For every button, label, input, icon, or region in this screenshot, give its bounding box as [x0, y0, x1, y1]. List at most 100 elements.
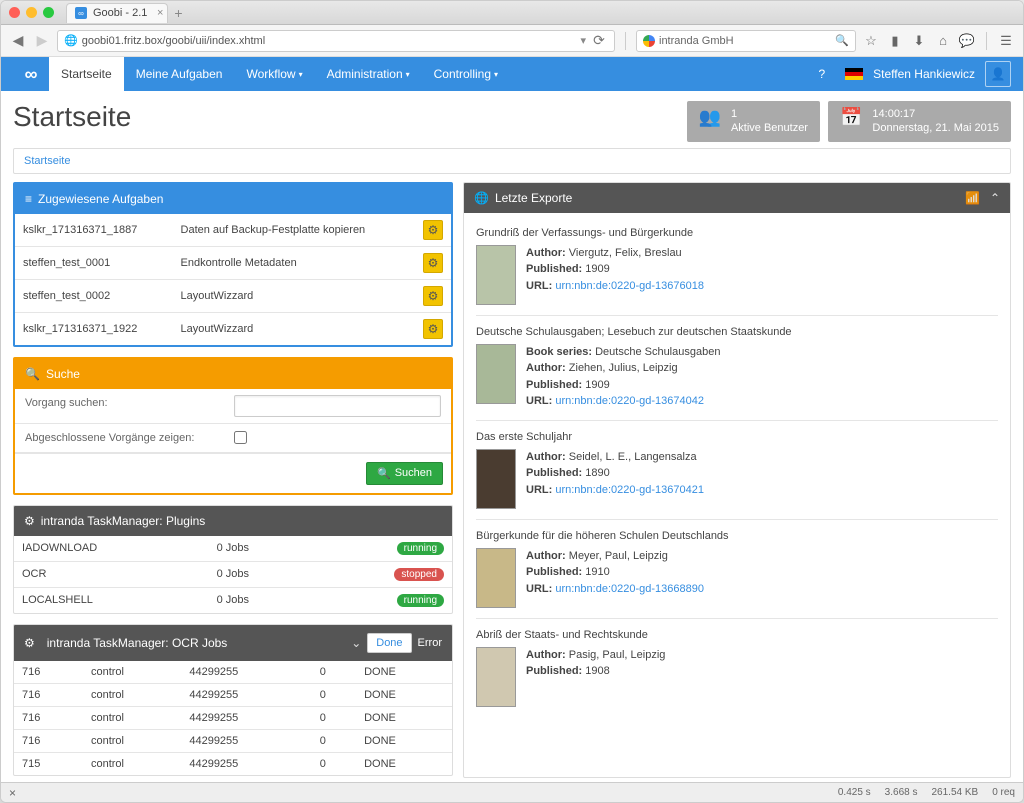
- status-bar: × 0.425 s 3.668 s 261.54 KB 0 req: [1, 782, 1023, 802]
- search-engine-input[interactable]: intranda GmbH 🔍: [636, 30, 856, 52]
- breadcrumb-link[interactable]: Startseite: [24, 155, 70, 167]
- table-row: IADOWNLOAD0 Jobsrunning: [14, 536, 452, 562]
- search-panel: 🔍 Suche Vorgang suchen: Abgeschlossene V…: [13, 357, 453, 495]
- task-name: LayoutWizzard: [173, 279, 415, 312]
- panel-title: Suche: [46, 367, 80, 381]
- app-navbar: ∞ Startseite Meine Aufgaben Workflow▾ Ad…: [1, 57, 1023, 91]
- reload-icon[interactable]: ⟳: [590, 32, 608, 49]
- calendar-icon: 📅: [840, 107, 862, 136]
- menu-icon[interactable]: ☰: [997, 33, 1015, 49]
- export-item: Grundriß der Verfassungs- und Bürgerkund…: [476, 217, 998, 316]
- thumbnail-icon: [476, 344, 516, 404]
- task-id: kslkr_171316371_1922: [15, 312, 173, 345]
- globe-icon: 🌐: [474, 191, 489, 205]
- chat-icon[interactable]: 💬: [958, 33, 976, 49]
- task-name: LayoutWizzard: [173, 312, 415, 345]
- plugin-jobs: 0 Jobs: [209, 561, 312, 587]
- window-close-icon[interactable]: [9, 7, 20, 18]
- export-title: Deutsche Schulausgaben; Lesebuch zur deu…: [476, 326, 998, 338]
- bookmark-icon[interactable]: ☆: [862, 33, 880, 49]
- current-time: 14:00:17: [872, 107, 999, 121]
- favicon-icon: ∞: [75, 7, 87, 19]
- search-icon: 🔍: [25, 367, 40, 381]
- export-title: Bürgerkunde für die höheren Schulen Deut…: [476, 530, 998, 542]
- caret-down-icon: ▾: [299, 70, 303, 79]
- thumbnail-icon: [476, 548, 516, 608]
- home-icon[interactable]: ⌂: [934, 33, 952, 48]
- help-icon[interactable]: ?: [808, 67, 835, 81]
- thumbnail-icon: [476, 449, 516, 509]
- table-row: kslkr_171316371_1887Daten auf Backup-Fes…: [15, 214, 451, 247]
- task-action-button[interactable]: ⚙: [423, 319, 443, 339]
- nav-startseite[interactable]: Startseite: [49, 57, 124, 91]
- export-url-link[interactable]: urn:nbn:de:0220-gd-13670421: [555, 484, 704, 496]
- status-badge: running: [397, 542, 444, 555]
- browser-tab[interactable]: ∞ Goobi - 2.1 ×: [66, 3, 168, 23]
- panel-title: intranda TaskManager: Plugins: [41, 514, 206, 528]
- thumbnail-icon: [476, 647, 516, 707]
- status-total: 3.668 s: [885, 787, 918, 798]
- taskmanager-plugins-panel: ⚙ intranda TaskManager: Plugins IADOWNLO…: [13, 505, 453, 614]
- task-action-button[interactable]: ⚙: [423, 253, 443, 273]
- downloads-icon[interactable]: ⬇: [910, 33, 928, 49]
- nav-workflow[interactable]: Workflow▾: [234, 57, 314, 91]
- search-icon: 🔍: [377, 467, 391, 480]
- export-title: Grundriß der Verfassungs- und Bürgerkund…: [476, 227, 998, 239]
- export-item: Bürgerkunde für die höheren Schulen Deut…: [476, 520, 998, 619]
- user-avatar-icon[interactable]: 👤: [985, 61, 1011, 87]
- export-url-link[interactable]: urn:nbn:de:0220-gd-13676018: [555, 280, 704, 292]
- export-url-link[interactable]: urn:nbn:de:0220-gd-13674042: [555, 395, 704, 407]
- latest-exports-panel: 🌐 Letzte Exporte 📶 ⌃ Grundriß der Verfas…: [463, 182, 1011, 778]
- status-filter-dropdown[interactable]: Done: [367, 633, 411, 653]
- active-users-label: Aktive Benutzer: [731, 121, 808, 135]
- nav-meine-aufgaben[interactable]: Meine Aufgaben: [124, 57, 235, 91]
- status-req: 0 req: [992, 787, 1015, 798]
- users-icon: 👥: [699, 107, 721, 136]
- active-users-count: 1: [731, 107, 808, 121]
- status-badge: running: [397, 594, 444, 607]
- caret-down-icon: ▾: [406, 70, 410, 79]
- address-input[interactable]: 🌐 goobi01.fritz.box/goobi/uii/index.xhtm…: [57, 30, 615, 52]
- search-icon[interactable]: 🔍: [835, 34, 849, 47]
- assigned-tasks-panel: ≡ Zugewiesene Aufgaben kslkr_171316371_1…: [13, 182, 453, 347]
- user-name[interactable]: Steffen Hankiewicz: [873, 67, 975, 81]
- search-button[interactable]: 🔍 Suchen: [366, 462, 443, 485]
- pocket-icon[interactable]: ▮: [886, 33, 904, 49]
- globe-icon: 🌐: [64, 34, 78, 47]
- language-flag-icon[interactable]: [845, 68, 863, 80]
- closed-label: Abgeschlossene Vorgänge zeigen:: [15, 424, 224, 452]
- caret-down-icon: ▾: [494, 70, 498, 79]
- breadcrumb: Startseite: [13, 148, 1011, 174]
- plugin-jobs: 0 Jobs: [209, 536, 312, 562]
- export-item: Abriß der Staats- und Rechtskunde Author…: [476, 619, 998, 717]
- export-item: Deutsche Schulausgaben; Lesebuch zur deu…: [476, 316, 998, 421]
- collapse-icon[interactable]: ⌃: [990, 191, 1000, 205]
- gear-icon: ⚙: [24, 514, 35, 528]
- export-title: Abriß der Staats- und Rechtskunde: [476, 629, 998, 641]
- taskmanager-ocr-panel: ⚙ intranda TaskManager: OCR Jobs ⌄ Done …: [13, 624, 453, 776]
- google-icon: [643, 35, 655, 47]
- task-action-button[interactable]: ⚙: [423, 220, 443, 240]
- error-filter-link[interactable]: Error: [418, 637, 442, 649]
- dropdown-icon[interactable]: ▾: [580, 34, 586, 47]
- close-icon[interactable]: ×: [9, 786, 16, 800]
- new-tab-icon[interactable]: +: [174, 5, 182, 21]
- export-url-link[interactable]: urn:nbn:de:0220-gd-13668890: [555, 583, 704, 595]
- back-icon[interactable]: ◀: [9, 32, 27, 49]
- table-row: 716control442992550DONE: [14, 729, 452, 752]
- panel-title: Letzte Exporte: [495, 191, 572, 205]
- window-maximize-icon[interactable]: [43, 7, 54, 18]
- export-item: Das erste Schuljahr Author: Seidel, L. E…: [476, 421, 998, 520]
- tab-close-icon[interactable]: ×: [157, 7, 163, 19]
- window-minimize-icon[interactable]: [26, 7, 37, 18]
- nav-administration[interactable]: Administration▾: [315, 57, 422, 91]
- closed-checkbox[interactable]: [234, 431, 247, 444]
- task-action-button[interactable]: ⚙: [423, 286, 443, 306]
- datetime-widget: 📅 14:00:17 Donnerstag, 21. Mai 2015: [828, 101, 1011, 142]
- nav-controlling[interactable]: Controlling▾: [422, 57, 510, 91]
- app-logo-icon[interactable]: ∞: [13, 60, 49, 88]
- active-users-widget: 👥 1 Aktive Benutzer: [687, 101, 820, 142]
- search-input[interactable]: [234, 395, 441, 417]
- chevron-down-icon[interactable]: ⌄: [351, 636, 361, 650]
- rss-icon[interactable]: 📶: [965, 191, 980, 205]
